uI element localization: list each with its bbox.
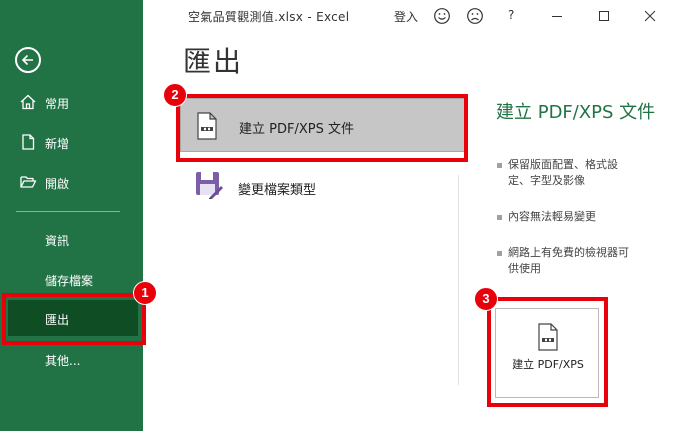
annotation-highlight-export — [2, 293, 146, 345]
panel-bullet: 內容無法輕易變更 — [497, 209, 638, 225]
sidebar-item-open[interactable]: 開啟 — [0, 164, 143, 200]
sidebar-item-info[interactable]: 資訊 — [0, 221, 143, 257]
page-title: 匯出 — [183, 45, 244, 78]
change-file-type-option[interactable]: 變更檔案類型 — [180, 160, 466, 214]
home-icon — [19, 93, 37, 111]
panel-divider — [458, 175, 459, 385]
smile-icon[interactable] — [433, 7, 451, 29]
sidebar-item-home[interactable]: 常用 — [0, 84, 143, 120]
sidebar-item-label: 新增 — [45, 137, 70, 151]
panel-bullet: 網路上有免費的檢視器可供使用 — [497, 245, 638, 277]
title-bar: 空氣品質觀測值.xlsx - Excel 登入 ? — [143, 0, 675, 34]
panel-bullet: 保留版面配置、格式設定、字型及影像 — [497, 157, 638, 189]
backstage-sidebar: 常用 新增 開啟 資訊 儲存檔案 匯出 其他... — [0, 0, 143, 431]
panel-title: 建立 PDF/XPS 文件 — [496, 102, 656, 123]
signin-link[interactable]: 登入 — [394, 8, 418, 25]
minimize-icon[interactable] — [546, 6, 568, 26]
sidebar-item-new[interactable]: 新增 — [0, 124, 143, 160]
option-label: 變更檔案類型 — [238, 183, 317, 198]
sidebar-item-label: 儲存檔案 — [45, 274, 94, 288]
window-title: 空氣品質觀測值.xlsx - Excel — [188, 10, 350, 24]
close-icon[interactable] — [639, 6, 661, 26]
sidebar-item-label: 開啟 — [45, 177, 70, 191]
floppy-edit-icon — [195, 171, 223, 203]
new-file-icon — [19, 133, 37, 151]
sidebar-item-label: 其他... — [45, 354, 81, 368]
annotation-badge-1: 1 — [133, 281, 157, 305]
open-folder-icon — [19, 173, 37, 191]
annotation-highlight-create-button — [487, 297, 608, 407]
sidebar-item-more[interactable]: 其他... — [0, 341, 143, 377]
sidebar-item-save[interactable]: 儲存檔案 — [0, 261, 143, 297]
frown-icon[interactable] — [466, 7, 484, 29]
sidebar-item-label: 常用 — [45, 97, 70, 111]
sidebar-divider — [16, 211, 120, 212]
back-arrow-icon[interactable] — [15, 47, 41, 73]
annotation-badge-3: 3 — [474, 287, 498, 311]
help-icon[interactable]: ? — [508, 8, 514, 22]
annotation-highlight-pdf-option — [176, 94, 468, 162]
sidebar-item-label: 資訊 — [45, 234, 70, 248]
annotation-badge-2: 2 — [163, 83, 187, 107]
maximize-icon[interactable] — [593, 6, 615, 26]
